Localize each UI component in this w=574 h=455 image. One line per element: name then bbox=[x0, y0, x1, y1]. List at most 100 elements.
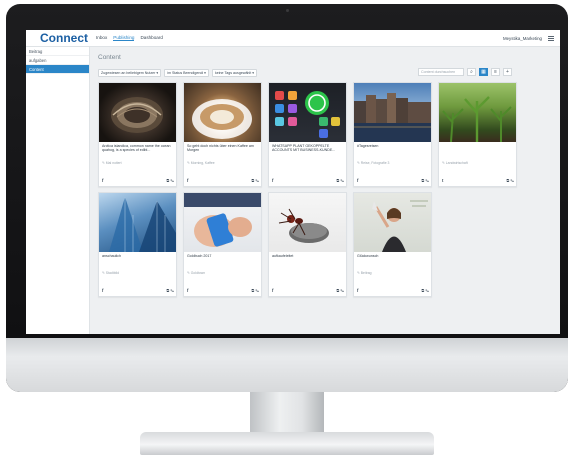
facebook-icon: f bbox=[357, 288, 359, 293]
card-image bbox=[184, 193, 261, 252]
facebook-icon: f bbox=[357, 178, 359, 183]
card-tag: ✎ Mal notiert bbox=[102, 161, 122, 165]
content-card[interactable]: Goldbuch 2017 ✎ Goldtown f ⧉ ✎ bbox=[183, 192, 262, 297]
card-tag-label: Stadtbild bbox=[105, 271, 119, 275]
content-card[interactable]: #Tagesreisen ✎ Reise, Fotografie 3 f ⧉ ✎ bbox=[353, 82, 432, 187]
facebook-icon: f bbox=[272, 178, 274, 183]
card-tag: ✎ Beitrag bbox=[357, 271, 372, 275]
card-footer: f ⧉ ✎ bbox=[357, 288, 429, 293]
card-tag-label: Landwirtschaft bbox=[445, 161, 468, 165]
card-actions: ⧉ ✎ bbox=[421, 178, 429, 183]
copy-icon[interactable]: ⧉ bbox=[336, 288, 339, 293]
twitter-icon: t bbox=[442, 178, 444, 183]
glass-building-image bbox=[109, 197, 176, 252]
card-caption: So geht doch nichts über einen Kaffee am… bbox=[187, 144, 254, 153]
copy-icon[interactable]: ⧉ bbox=[336, 178, 339, 183]
card-actions: ⧉ ✎ bbox=[251, 178, 259, 183]
copy-icon[interactable]: ⧉ bbox=[421, 178, 424, 183]
card-footer: t ⧉ ✎ bbox=[442, 178, 514, 183]
pencil-icon[interactable]: ✎ bbox=[340, 288, 344, 293]
card-image bbox=[354, 83, 431, 142]
filter-status-label: im Status Beendigendi bbox=[167, 71, 204, 75]
nav-inbox[interactable]: Inbox bbox=[96, 35, 107, 41]
sidebar: Beitrag aufgaben Content bbox=[26, 47, 90, 334]
card-actions: ⧉ ✎ bbox=[336, 178, 344, 183]
app-logo[interactable]: Connect bbox=[26, 31, 88, 45]
sidebar-item-beitrag[interactable]: Beitrag bbox=[26, 47, 89, 56]
grid-icon[interactable]: ▦ bbox=[479, 68, 488, 76]
card-actions: ⧉ ✎ bbox=[421, 288, 429, 293]
sidebar-item-content[interactable]: Content bbox=[26, 65, 89, 74]
card-image bbox=[439, 83, 516, 142]
filter-tags-label: keine Tags ausgewählt bbox=[214, 71, 252, 75]
nav-publishing[interactable]: Publishing bbox=[113, 35, 135, 41]
content-card[interactable]: anschaulich ✎ Stadtbild f ⧉ ✎ bbox=[98, 192, 177, 297]
pencil-icon[interactable]: ✎ bbox=[170, 288, 174, 293]
card-image bbox=[184, 83, 261, 142]
pencil-icon[interactable]: ✎ bbox=[170, 178, 174, 183]
content-card[interactable]: ✎ Landwirtschaft t ⧉ ✎ bbox=[438, 82, 517, 187]
copy-icon[interactable]: ⧉ bbox=[251, 288, 254, 293]
facebook-icon: f bbox=[187, 288, 189, 293]
card-footer: f ⧉ ✎ bbox=[102, 178, 174, 183]
copy-icon[interactable]: ⧉ bbox=[166, 178, 169, 183]
card-tag-label: Goldtown bbox=[190, 271, 206, 275]
facebook-icon: f bbox=[272, 288, 274, 293]
card-caption: #Tagesreisen bbox=[357, 144, 379, 148]
copy-icon[interactable]: ⧉ bbox=[166, 288, 169, 293]
pencil-icon[interactable]: ✎ bbox=[510, 178, 514, 183]
pencil-icon[interactable]: ✎ bbox=[340, 178, 344, 183]
card-tag-label: Reise, Fotografie 3 bbox=[360, 161, 390, 165]
copy-icon[interactable]: ⧉ bbox=[421, 288, 424, 293]
sidebar-item-aufgaben[interactable]: aufgaben bbox=[26, 56, 89, 65]
filter-bar: Zugewiesen an beliebigem Nutzer ▾ im Sta… bbox=[98, 69, 258, 77]
card-footer: f ⧉ ✎ bbox=[187, 178, 259, 183]
monitor-stand-base bbox=[140, 432, 434, 455]
card-actions: ⧉ ✎ bbox=[166, 288, 174, 293]
pencil-icon[interactable]: ✎ bbox=[425, 178, 429, 183]
content-card[interactable]: Glückwunsch ✎ Beitrag f ⧉ ✎ bbox=[353, 192, 432, 297]
filter-status[interactable]: im Status Beendigendi ▾ bbox=[164, 69, 209, 77]
hamburger-icon[interactable] bbox=[548, 36, 554, 41]
content-card[interactable]: Arctica islandica, common name the ocean… bbox=[98, 82, 177, 187]
card-footer: f ⧉ ✎ bbox=[187, 288, 259, 293]
facebook-icon: f bbox=[102, 288, 104, 293]
card-tag-label: Morning, Kaffee bbox=[190, 161, 215, 165]
filter-tags[interactable]: keine Tags ausgewählt ▾ bbox=[211, 69, 258, 77]
woman-celebrating-image bbox=[372, 200, 428, 252]
content-card[interactable]: WHATSAPP PLANT GEKOPPELTE ACCOUNTS MIT B… bbox=[268, 82, 347, 187]
card-actions: ⧉ ✎ bbox=[506, 178, 514, 183]
card-image bbox=[269, 193, 346, 252]
card-tag-label: Beitrag bbox=[360, 271, 372, 275]
plus-icon[interactable]: + bbox=[503, 68, 512, 76]
filter-assignee[interactable]: Zugewiesen an beliebigem Nutzer ▾ bbox=[98, 69, 162, 77]
seedlings-image bbox=[442, 96, 512, 142]
card-image bbox=[99, 83, 176, 142]
app-screen: Connect Inbox Publishing Dashboard Meyst… bbox=[26, 30, 560, 334]
facebook-icon: f bbox=[187, 178, 189, 183]
copy-icon[interactable]: ⧉ bbox=[506, 178, 509, 183]
card-tag: ✎ Reise, Fotografie 3 bbox=[357, 161, 390, 165]
copy-icon[interactable]: ⧉ bbox=[251, 178, 254, 183]
content-card[interactable]: aufkaufeleitet f ⧉ ✎ bbox=[268, 192, 347, 297]
search-icon[interactable]: ⌕ bbox=[467, 68, 476, 76]
card-image bbox=[269, 83, 346, 142]
card-footer: f ⧉ ✎ bbox=[272, 288, 344, 293]
card-actions: ⧉ ✎ bbox=[166, 178, 174, 183]
user-menu[interactable]: Meystika_Marketing bbox=[503, 36, 542, 41]
list-icon[interactable]: ≡ bbox=[491, 68, 500, 76]
pencil-icon[interactable]: ✎ bbox=[255, 288, 259, 293]
facebook-icon: f bbox=[102, 178, 104, 183]
card-footer: f ⧉ ✎ bbox=[102, 288, 174, 293]
search-input[interactable]: Content durchsuchen bbox=[418, 68, 464, 76]
camera-dot bbox=[286, 9, 289, 12]
pencil-icon[interactable]: ✎ bbox=[255, 178, 259, 183]
card-tag: ✎ Landwirtschaft bbox=[442, 161, 468, 165]
pencil-icon[interactable]: ✎ bbox=[425, 288, 429, 293]
card-footer: f ⧉ ✎ bbox=[357, 178, 429, 183]
card-tag: ✎ Morning, Kaffee bbox=[187, 161, 215, 165]
card-caption: WHATSAPP PLANT GEKOPPELTE ACCOUNTS MIT B… bbox=[272, 144, 336, 153]
content-card[interactable]: So geht doch nichts über einen Kaffee am… bbox=[183, 82, 262, 187]
nav-dashboard[interactable]: Dashboard bbox=[140, 35, 162, 41]
city-canal-image bbox=[354, 93, 431, 142]
